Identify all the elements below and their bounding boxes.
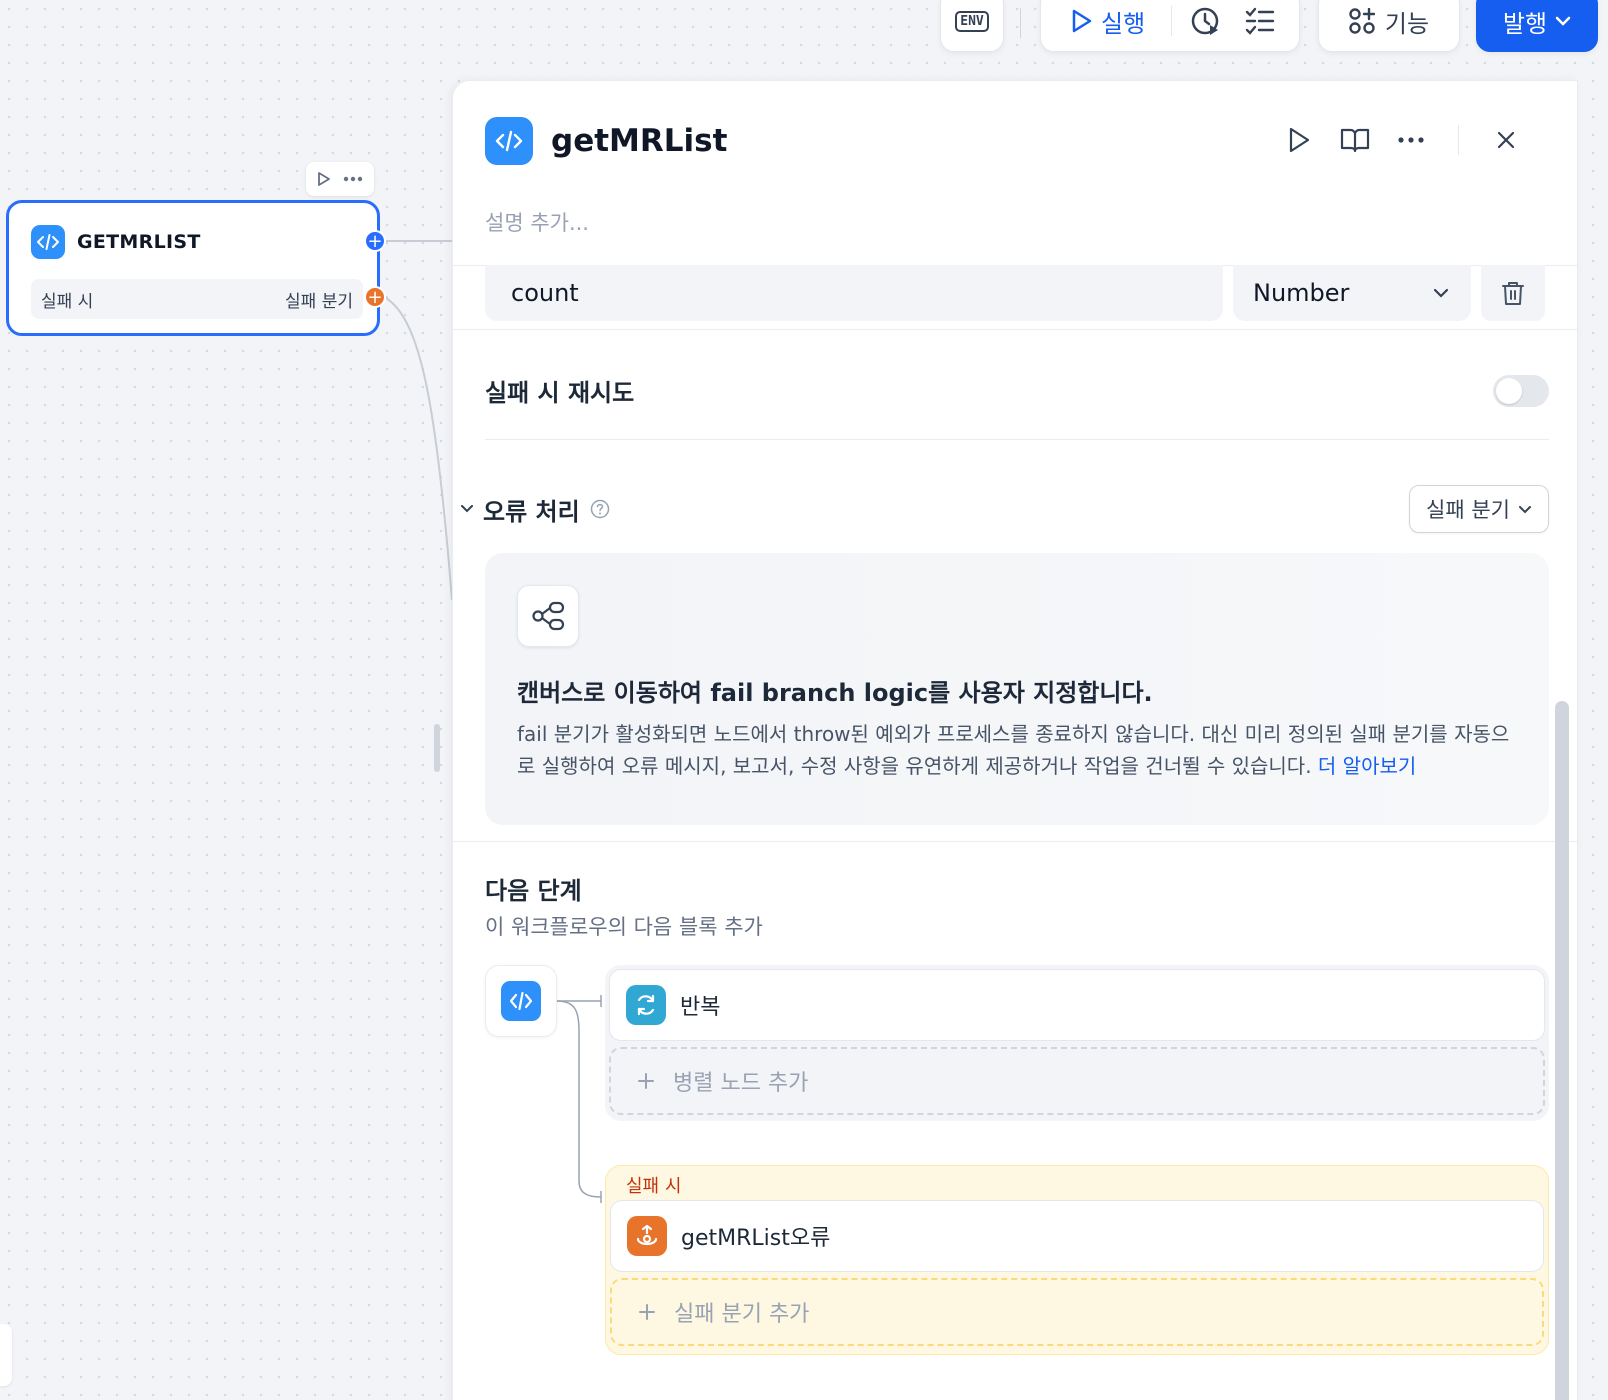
retry-toggle[interactable] xyxy=(1493,374,1549,407)
node-title: GETMRLIST xyxy=(77,231,201,253)
fail-branch-card: 실패 시 getMRList오류 실패 분기 추가 xyxy=(605,1165,1549,1355)
info-body: fail 분기가 활성화되면 노드에서 throw된 예외가 프로세스를 종료하… xyxy=(517,718,1517,782)
play-icon[interactable] xyxy=(317,171,331,187)
fail-branch-info-card: 캔버스로 이동하여 fail branch logic를 사용자 지정합니다. … xyxy=(485,553,1549,825)
run-button[interactable]: 실행 xyxy=(1041,4,1145,39)
divider xyxy=(453,841,1577,842)
branch-connectors xyxy=(556,995,602,1203)
close-button[interactable] xyxy=(1489,123,1523,157)
workflow-node-getmrlist[interactable]: GETMRLIST 실패 시 실패 분기 xyxy=(6,200,380,336)
play-icon xyxy=(1289,127,1310,153)
divider xyxy=(453,329,1577,330)
fail-node-item[interactable]: getMRList오류 xyxy=(610,1200,1544,1272)
add-parallel-node-button[interactable]: 병렬 노드 추가 xyxy=(609,1047,1545,1115)
add-fail-handle[interactable]: + xyxy=(364,286,386,308)
features-label: 기능 xyxy=(1384,9,1430,38)
trash-icon xyxy=(1502,282,1524,305)
variable-type-value: Number xyxy=(1253,279,1350,307)
run-group: 실행 xyxy=(1040,0,1300,52)
play-icon xyxy=(1072,9,1092,33)
toolbar-divider xyxy=(1458,125,1459,155)
add-fail-branch-button[interactable]: 실패 분기 추가 xyxy=(610,1278,1544,1346)
features-button[interactable]: 기능 xyxy=(1318,0,1460,52)
delete-variable-button[interactable] xyxy=(1481,265,1545,321)
node-detail-panel: getMRList 설명 추가... count Number 실패 시 재시도 xyxy=(452,80,1578,1400)
left-panel-tab[interactable] xyxy=(0,1324,12,1386)
retry-setting-row: 실패 시 재시도 xyxy=(485,373,1549,408)
panel-resize-handle[interactable] xyxy=(434,724,440,772)
toggle-knob xyxy=(1496,377,1522,404)
panel-scrollbar[interactable] xyxy=(1555,701,1569,1400)
add-parallel-label: 병렬 노드 추가 xyxy=(673,1071,809,1096)
env-icon: ENV xyxy=(955,10,989,32)
node-actions xyxy=(306,162,374,196)
fail-branch-label: 실패 시 xyxy=(626,1176,682,1197)
next-node-item[interactable]: 반복 xyxy=(609,969,1545,1041)
docs-button[interactable] xyxy=(1338,123,1372,157)
plus-icon xyxy=(638,1073,654,1089)
fail-row-label: 실패 시 xyxy=(41,291,94,312)
more-button[interactable] xyxy=(1394,123,1428,157)
more-icon xyxy=(1398,137,1424,143)
code-icon xyxy=(501,981,541,1021)
learn-more-link[interactable]: 더 알아보기 xyxy=(1318,754,1416,778)
fail-row-value: 실패 분기 xyxy=(285,291,353,312)
publish-button[interactable]: 발행 xyxy=(1476,0,1598,52)
chevron-down-icon xyxy=(1555,16,1571,26)
code-icon xyxy=(31,225,65,259)
env-button[interactable]: ENV xyxy=(940,0,1004,52)
error-handling-select[interactable]: 실패 분기 xyxy=(1409,485,1549,533)
publish-label: 발행 xyxy=(1502,9,1548,38)
plus-icon xyxy=(639,1304,655,1320)
fail-node-label: getMRList오류 xyxy=(681,1226,831,1251)
add-next-handle[interactable]: + xyxy=(364,230,386,252)
variable-type-select[interactable]: Number xyxy=(1233,265,1471,321)
error-handling-value: 실패 분기 xyxy=(1426,498,1510,522)
fail-branch-row: 실패 시 실패 분기 xyxy=(31,279,363,319)
error-handling-row: 오류 처리 실패 분기 xyxy=(461,485,1549,533)
more-icon[interactable] xyxy=(343,176,363,182)
checklist-button[interactable] xyxy=(1240,7,1280,35)
close-icon xyxy=(1497,131,1515,149)
edge-lines xyxy=(385,240,453,601)
loop-icon xyxy=(626,985,666,1025)
chevron-down-icon xyxy=(1519,505,1531,513)
history-icon xyxy=(1191,7,1219,35)
divider xyxy=(485,439,1549,440)
next-branch-card: 반복 병렬 노드 추가 xyxy=(605,965,1549,1121)
exception-icon xyxy=(627,1216,667,1256)
run-history-button[interactable] xyxy=(1186,5,1226,37)
next-node-label: 반복 xyxy=(680,995,721,1020)
checklist-icon xyxy=(1245,7,1275,35)
add-fail-branch-label: 실패 분기 추가 xyxy=(674,1302,810,1327)
grid-plus-icon xyxy=(1349,8,1375,34)
source-node xyxy=(485,965,557,1037)
book-icon xyxy=(1340,128,1370,153)
output-variable-row: count Number xyxy=(485,265,1545,321)
run-label: 실행 xyxy=(1101,9,1146,38)
info-title: 캔버스로 이동하여 fail branch logic를 사용자 지정합니다. xyxy=(517,679,1153,707)
run-node-button[interactable] xyxy=(1282,123,1316,157)
toolbar-divider xyxy=(1020,8,1021,38)
toolbar-divider xyxy=(1171,6,1173,36)
chevron-down-icon xyxy=(1433,288,1449,298)
